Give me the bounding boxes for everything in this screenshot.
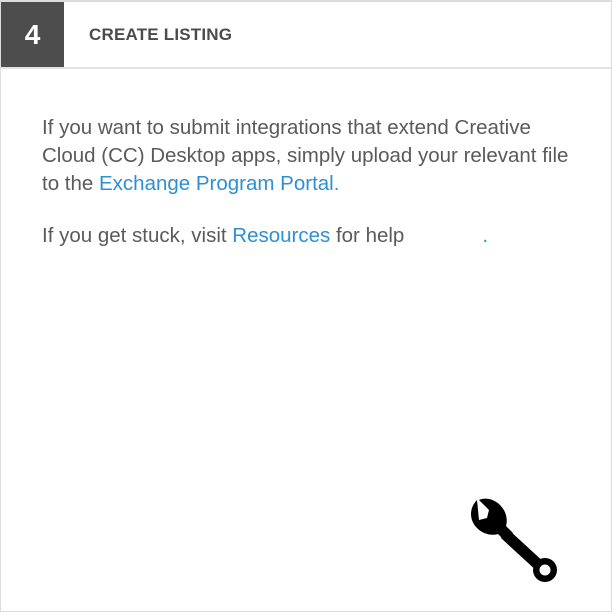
step-title: CREATE LISTING [89, 25, 233, 44]
step-header: 4 CREATE LISTING [1, 2, 611, 69]
wrench-icon [471, 498, 557, 582]
step-card: 4 CREATE LISTING If you want to submit i… [0, 0, 612, 612]
step-description: If you want to submit integrations that … [42, 114, 582, 274]
paragraph-help-text: If you get stuck, visit [42, 224, 233, 247]
paragraph-help-period: . [482, 224, 489, 247]
paragraph-help-suffix: for help [330, 224, 405, 247]
paragraph-upload-instructions: If you want to submit integrations that … [42, 114, 582, 198]
exchange-program-portal-link[interactable]: Exchange Program Portal [99, 172, 334, 195]
paragraph-upload-period: . [333, 172, 340, 195]
resources-link[interactable]: Resources [232, 224, 330, 247]
step-number-badge: 4 [1, 2, 64, 67]
paragraph-help: If you get stuck, visit Resources for he… [42, 222, 582, 250]
